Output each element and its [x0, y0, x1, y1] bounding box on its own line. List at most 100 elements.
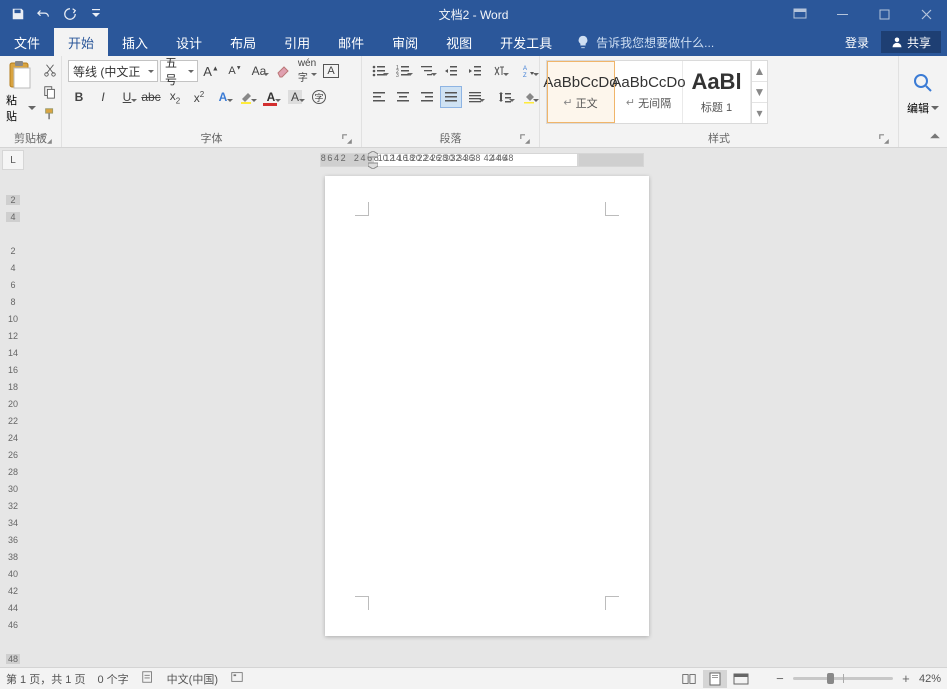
page-icon	[707, 672, 723, 686]
sort-button[interactable]: AZ	[518, 60, 540, 82]
highlight-button[interactable]	[236, 86, 258, 108]
undo-button[interactable]	[32, 3, 56, 25]
superscript-button[interactable]: x2	[188, 86, 210, 108]
shrink-font-button[interactable]: A▼	[224, 60, 246, 82]
page-indicator[interactable]: 第 1 页，共 1 页	[6, 671, 85, 687]
underline-button[interactable]: U	[116, 86, 138, 108]
macro-button[interactable]	[230, 670, 244, 687]
sign-in-button[interactable]: 登录	[835, 28, 879, 56]
tab-view[interactable]: 视图	[432, 28, 486, 56]
dialog-launcher-icon[interactable]	[519, 133, 531, 145]
font-name-combo[interactable]: 等线 (中文正	[68, 60, 158, 82]
cut-button[interactable]	[40, 60, 60, 80]
grow-font-button[interactable]: A▲	[200, 60, 222, 82]
svg-text:3: 3	[396, 73, 399, 78]
tab-review[interactable]: 审阅	[378, 28, 432, 56]
group-label-font: 字体	[201, 130, 223, 146]
font-color-button[interactable]: A	[260, 86, 282, 108]
print-layout-button[interactable]	[703, 670, 727, 688]
decrease-indent-button[interactable]	[440, 60, 462, 82]
tab-selector[interactable]: L	[2, 150, 24, 170]
change-case-button[interactable]: Aa	[248, 60, 270, 82]
style-item[interactable]: AaBbCcDo↵无间隔	[615, 61, 683, 123]
tab-home[interactable]: 开始	[54, 28, 108, 56]
dialog-launcher-icon[interactable]	[341, 133, 353, 145]
web-layout-button[interactable]	[729, 670, 753, 688]
format-painter-button[interactable]	[40, 104, 60, 124]
clear-formatting-button[interactable]	[272, 60, 294, 82]
share-button[interactable]: 共享	[881, 31, 941, 53]
vertical-ruler[interactable]: 2424681012141618202224262830323436384042…	[6, 172, 26, 667]
align-center-button[interactable]	[392, 86, 414, 108]
zoom-slider[interactable]	[793, 677, 893, 680]
gallery-spinner[interactable]: ▲▼▾	[751, 61, 767, 123]
character-border-button[interactable]: A	[320, 60, 342, 82]
enclose-characters-button[interactable]: 字	[308, 86, 330, 108]
svg-text:1: 1	[396, 65, 399, 71]
word-count[interactable]: 0 个字	[97, 671, 128, 687]
ribbon-display-button[interactable]	[779, 0, 821, 28]
paste-button[interactable]: 粘贴	[6, 60, 36, 124]
minimize-button[interactable]	[821, 0, 863, 28]
spell-check-button[interactable]	[141, 670, 155, 687]
number-list-icon: 123	[396, 64, 410, 78]
tab-design[interactable]: 设计	[162, 28, 216, 56]
shading-button[interactable]	[518, 86, 540, 108]
tab-file[interactable]: 文件	[0, 28, 54, 56]
tab-mailings[interactable]: 邮件	[324, 28, 378, 56]
styles-gallery[interactable]: AaBbCcDo↵正文AaBbCcDo↵无间隔AaBl标题 1▲▼▾	[546, 60, 768, 124]
find-button[interactable]: 编辑	[905, 60, 941, 124]
align-justify-button[interactable]	[440, 86, 462, 108]
language-indicator[interactable]: 中文(中国)	[167, 671, 218, 687]
window-controls	[779, 0, 947, 28]
italic-button[interactable]: I	[92, 86, 114, 108]
tab-layout[interactable]: 布局	[216, 28, 270, 56]
copy-icon	[43, 85, 57, 99]
save-button[interactable]	[6, 3, 30, 25]
multilevel-list-button[interactable]	[416, 60, 438, 82]
line-spacing-button[interactable]	[494, 86, 516, 108]
asian-layout-button[interactable]	[488, 60, 510, 82]
copy-button[interactable]	[40, 82, 60, 102]
tab-insert[interactable]: 插入	[108, 28, 162, 56]
read-mode-button[interactable]	[677, 670, 701, 688]
tell-me-search[interactable]: 告诉我您想要做什么...	[566, 28, 724, 56]
distributed-button[interactable]	[464, 86, 486, 108]
tab-references[interactable]: 引用	[270, 28, 324, 56]
text-effects-button[interactable]: A	[212, 86, 234, 108]
close-button[interactable]	[905, 0, 947, 28]
macro-icon	[230, 670, 244, 684]
align-left-button[interactable]	[368, 86, 390, 108]
horizontal-ruler[interactable]: 8642246810121416182022242628303234363842…	[26, 150, 947, 170]
numbering-button[interactable]: 123	[392, 60, 414, 82]
phonetic-guide-button[interactable]: wén字	[296, 60, 318, 82]
redo-button[interactable]	[58, 3, 82, 25]
collapse-ribbon-button[interactable]	[929, 131, 941, 143]
zoom-level[interactable]: 42%	[919, 673, 941, 685]
svg-text:A: A	[523, 66, 527, 72]
maximize-button[interactable]	[863, 0, 905, 28]
bold-button[interactable]: B	[68, 86, 90, 108]
character-shading-button[interactable]: A	[284, 86, 306, 108]
style-item[interactable]: AaBbCcDo↵正文	[547, 61, 615, 123]
increase-indent-button[interactable]	[464, 60, 486, 82]
font-size-combo[interactable]: 五号	[160, 60, 198, 82]
qat-customize-button[interactable]	[84, 3, 108, 25]
tab-developer[interactable]: 开发工具	[486, 28, 566, 56]
strikethrough-button[interactable]: abc	[140, 86, 162, 108]
group-paragraph: 123 AZ 段落	[362, 56, 540, 147]
highlighter-icon	[239, 89, 255, 105]
page[interactable]	[325, 176, 649, 636]
subscript-button[interactable]: x2	[164, 86, 186, 108]
outdent-icon	[444, 64, 458, 78]
document-canvas[interactable]	[26, 170, 947, 667]
text-direction-icon	[492, 64, 506, 78]
dialog-launcher-icon[interactable]	[41, 133, 53, 145]
align-right-button[interactable]	[416, 86, 438, 108]
zoom-out-button[interactable]: −	[773, 672, 787, 686]
bullet-list-icon	[372, 64, 386, 78]
dialog-launcher-icon[interactable]	[878, 133, 890, 145]
style-item[interactable]: AaBl标题 1	[683, 61, 751, 123]
zoom-in-button[interactable]: +	[899, 672, 913, 686]
bullets-button[interactable]	[368, 60, 390, 82]
